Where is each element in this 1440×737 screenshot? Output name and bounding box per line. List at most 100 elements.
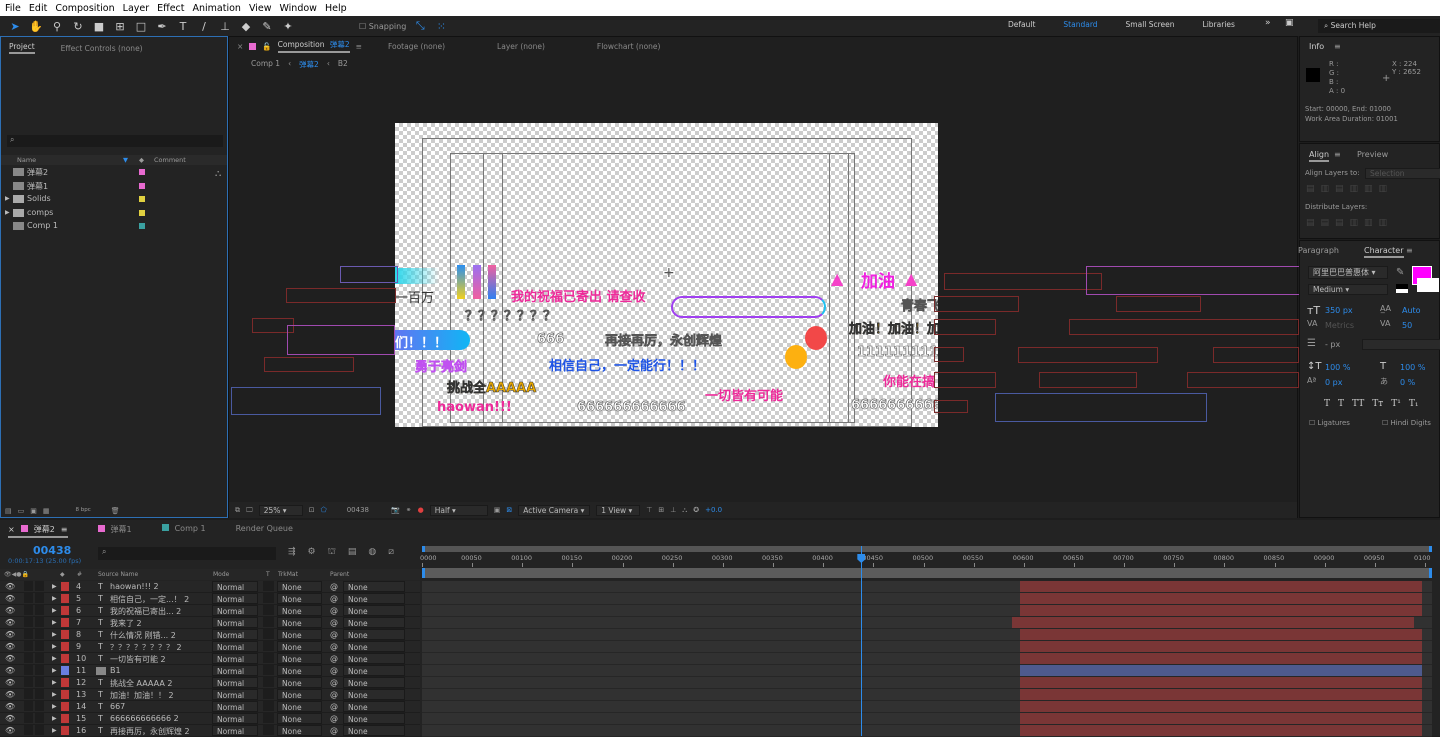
fast-preview-icon[interactable]: ▣ bbox=[494, 506, 501, 514]
trkmat-select[interactable]: None bbox=[277, 701, 322, 712]
lock-icon[interactable]: 🔓 bbox=[262, 42, 271, 51]
trkmat-select[interactable]: None bbox=[277, 605, 322, 616]
preserve-transparency-switch[interactable] bbox=[263, 713, 274, 723]
roto-brush-tool-icon[interactable]: ✎ bbox=[260, 20, 274, 33]
timeline-tab[interactable]: Comp 1 bbox=[161, 524, 206, 538]
solo-switch[interactable] bbox=[24, 677, 33, 687]
panel-menu-icon[interactable]: ≡ bbox=[1406, 246, 1413, 255]
text-style-button[interactable]: T bbox=[1324, 399, 1330, 409]
hindi-digits-checkbox[interactable]: ☐ Hindi Digits bbox=[1382, 419, 1431, 427]
solo-switch[interactable] bbox=[24, 653, 33, 663]
project-item[interactable]: ▶ Solids bbox=[1, 194, 227, 206]
blend-mode-select[interactable]: Normal bbox=[212, 665, 258, 676]
tab-flowchart[interactable]: Flowchart (none) bbox=[597, 42, 661, 51]
parent-select[interactable]: None bbox=[343, 629, 405, 640]
align-buttons-icon[interactable]: ▤▥▤▥▥▥ bbox=[1306, 184, 1393, 194]
zoom-tool-icon[interactable]: ⚲ bbox=[50, 20, 64, 33]
layer-duration-bar[interactable] bbox=[1019, 725, 1422, 736]
col-source-name[interactable]: Source Name bbox=[98, 569, 138, 580]
text-style-button[interactable]: Tт bbox=[1372, 399, 1383, 409]
preserve-transparency-switch[interactable] bbox=[263, 629, 274, 639]
parent-select[interactable]: None bbox=[343, 581, 405, 592]
snapping-checkbox[interactable]: ☐ Snapping bbox=[359, 22, 406, 31]
layer-name[interactable]: 一切皆有可能 2 bbox=[110, 654, 166, 665]
layer-duration-bar[interactable] bbox=[1019, 641, 1422, 652]
solo-switch[interactable] bbox=[24, 713, 33, 723]
lock-switch[interactable] bbox=[35, 593, 44, 603]
layer-duration-bar[interactable] bbox=[1019, 701, 1422, 712]
parent-pickwhip-icon[interactable]: @ bbox=[330, 654, 338, 663]
trash-icon[interactable]: 🗑 bbox=[111, 507, 120, 518]
panel-menu-icon[interactable]: ≡ bbox=[1334, 150, 1341, 159]
close-tab-icon[interactable]: × bbox=[237, 42, 243, 51]
camera-select[interactable]: Active Camera ▾ bbox=[518, 504, 591, 516]
sync-icon[interactable]: ▣ bbox=[1285, 18, 1294, 28]
expand-arrow-icon[interactable]: ▶ bbox=[52, 607, 57, 614]
workspace-standard[interactable]: Standard bbox=[1063, 20, 1097, 29]
layer-duration-bar[interactable] bbox=[1019, 629, 1422, 640]
visibility-eye-icon[interactable]: 👁 bbox=[5, 630, 15, 639]
blend-mode-select[interactable]: Normal bbox=[212, 677, 258, 688]
menu-animation[interactable]: Animation bbox=[193, 3, 241, 14]
blend-mode-select[interactable]: Normal bbox=[212, 629, 258, 640]
canvas-text[interactable]: 你能在搞 bbox=[883, 371, 935, 390]
exposure-reset-icon[interactable]: ✪ bbox=[693, 506, 699, 514]
expand-arrow-icon[interactable]: ▶ bbox=[52, 679, 57, 686]
sort-icon[interactable]: ▼ bbox=[123, 155, 128, 165]
project-item[interactable]: 弹幕1 bbox=[1, 181, 227, 193]
canvas-text[interactable]: 11111111111 bbox=[857, 345, 938, 361]
tab-paragraph[interactable]: Paragraph bbox=[1298, 246, 1339, 255]
vertical-scale-value[interactable]: 100 % bbox=[1325, 363, 1350, 372]
label-color[interactable] bbox=[61, 690, 69, 699]
parent-select[interactable]: None bbox=[343, 665, 405, 676]
blend-mode-select[interactable]: Normal bbox=[212, 641, 258, 652]
stroke-type-select[interactable] bbox=[1362, 339, 1440, 350]
label-color[interactable] bbox=[139, 196, 145, 202]
region-of-interest-icon[interactable]: ⊡ bbox=[309, 506, 315, 514]
canvas-text[interactable]: 加油 bbox=[861, 267, 895, 292]
expand-arrow-icon[interactable]: ▶ bbox=[52, 715, 57, 722]
timeline-tab[interactable]: Render Queue bbox=[236, 524, 293, 538]
workspace-small-screen[interactable]: Small Screen bbox=[1126, 20, 1175, 29]
solo-switch[interactable] bbox=[24, 605, 33, 615]
panel-menu-icon[interactable]: ≡ bbox=[1334, 42, 1341, 51]
comp-mini-flowchart-icon[interactable]: ⇶ bbox=[288, 547, 296, 558]
label-color[interactable] bbox=[61, 642, 69, 651]
layer-duration-bar[interactable] bbox=[1011, 617, 1414, 628]
menu-view[interactable]: View bbox=[249, 3, 272, 14]
solo-switch[interactable] bbox=[24, 593, 33, 603]
baseline-shift-value[interactable]: 0 px bbox=[1325, 378, 1342, 387]
selection-tool-icon[interactable]: ➤ bbox=[8, 20, 22, 33]
canvas-text[interactable]: 再接再厉，永创辉煌 bbox=[605, 330, 723, 350]
label-color[interactable] bbox=[61, 606, 69, 615]
blend-mode-select[interactable]: Normal bbox=[212, 593, 258, 604]
pixel-aspect-icon[interactable]: ⊤ bbox=[646, 506, 652, 514]
project-search-input[interactable]: ⌕ bbox=[7, 135, 223, 147]
canvas-text[interactable]: 们！！！ bbox=[395, 332, 447, 351]
timeline-search-input[interactable]: ⌕ bbox=[98, 547, 276, 560]
resolution-select[interactable]: Half ▾ bbox=[429, 504, 488, 516]
puppet-tool-icon[interactable]: ✦ bbox=[281, 20, 295, 33]
expand-arrow-icon[interactable]: ▶ bbox=[5, 209, 10, 216]
layer-name[interactable]: B1 bbox=[110, 666, 121, 675]
trkmat-select[interactable]: None bbox=[277, 665, 322, 676]
layer-row[interactable]: 👁 ▶ 4 Thaowan!!! 2 Normal None @ None bbox=[0, 581, 420, 593]
parent-select[interactable]: None bbox=[343, 653, 405, 664]
toggle-transparency-icon[interactable]: ⊠ bbox=[506, 506, 512, 514]
preserve-transparency-switch[interactable] bbox=[263, 665, 274, 675]
label-color[interactable] bbox=[139, 169, 145, 175]
layer-row[interactable]: 👁 ▶ 13 T 加油！加油！！ 2 Normal None @ None bbox=[0, 689, 420, 701]
stroke-width-value[interactable]: - px bbox=[1325, 340, 1340, 349]
parent-pickwhip-icon[interactable]: @ bbox=[330, 678, 338, 687]
draft-3d-icon[interactable]: ⚙ bbox=[308, 547, 316, 558]
text-style-button[interactable]: T₁ bbox=[1409, 399, 1419, 409]
layer-duration-bar[interactable] bbox=[1019, 581, 1422, 592]
search-help-input[interactable]: ⌕ Search Help bbox=[1318, 19, 1440, 33]
preserve-transparency-switch[interactable] bbox=[263, 725, 274, 735]
label-color[interactable] bbox=[61, 630, 69, 639]
more-workspaces-icon[interactable]: » bbox=[1265, 18, 1271, 28]
label-color[interactable] bbox=[61, 726, 69, 735]
lock-switch[interactable] bbox=[35, 605, 44, 615]
solo-switch[interactable] bbox=[24, 689, 33, 699]
layer-duration-bar[interactable] bbox=[1019, 677, 1422, 688]
